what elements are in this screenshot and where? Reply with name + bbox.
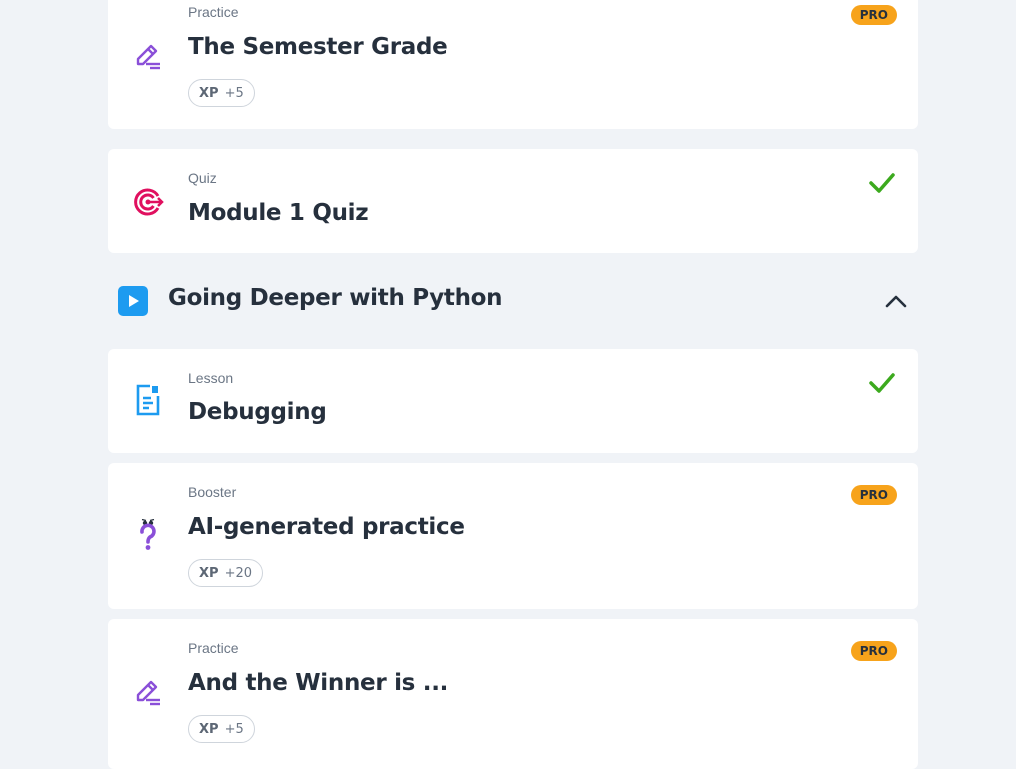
lesson-card-module-1-quiz[interactable]: Quiz Module 1 Quiz — [108, 149, 918, 253]
pencil-icon — [136, 680, 160, 706]
lesson-card-semester-grade[interactable]: Practice The Semester Grade XP +5 PRO — [108, 0, 918, 129]
item-title: Module 1 Quiz — [188, 200, 369, 226]
item-type: Lesson — [188, 370, 234, 386]
lesson-card-ai-generated-practice[interactable]: Booster AI-generated practice XP +20 PRO — [108, 463, 918, 609]
target-icon — [134, 188, 164, 216]
chevron-up-icon[interactable] — [884, 291, 908, 311]
xp-label: XP — [199, 721, 219, 737]
xp-badge: XP +5 — [188, 79, 255, 107]
pro-badge: PRO — [850, 5, 897, 25]
item-title: And the Winner is ... — [188, 670, 449, 696]
module-header[interactable]: Going Deeper with Python — [118, 285, 908, 317]
xp-value: +20 — [224, 565, 252, 581]
xp-label: XP — [199, 85, 219, 101]
lesson-card-and-the-winner-is[interactable]: Practice And the Winner is ... XP +5 PRO — [108, 619, 918, 769]
question-icon — [140, 519, 156, 550]
item-type: Quiz — [188, 170, 217, 186]
xp-value: +5 — [224, 721, 244, 737]
xp-badge: XP +5 — [188, 715, 255, 743]
module-title: Going Deeper with Python — [168, 285, 503, 311]
lesson-card-debugging[interactable]: Lesson Debugging — [108, 349, 918, 453]
pro-badge: PRO — [850, 641, 897, 661]
check-icon — [869, 373, 895, 393]
item-title: Debugging — [188, 399, 327, 425]
item-type: Practice — [188, 640, 239, 656]
pencil-icon — [136, 44, 160, 70]
xp-value: +5 — [224, 85, 244, 101]
item-title: The Semester Grade — [188, 34, 448, 60]
document-icon — [136, 384, 160, 416]
play-icon — [118, 286, 148, 316]
xp-badge: XP +20 — [188, 559, 263, 587]
pro-badge: PRO — [850, 485, 897, 505]
item-type: Booster — [188, 484, 237, 500]
xp-label: XP — [199, 565, 219, 581]
check-icon — [869, 173, 895, 193]
item-type: Practice — [188, 4, 239, 20]
item-title: AI-generated practice — [188, 514, 465, 540]
